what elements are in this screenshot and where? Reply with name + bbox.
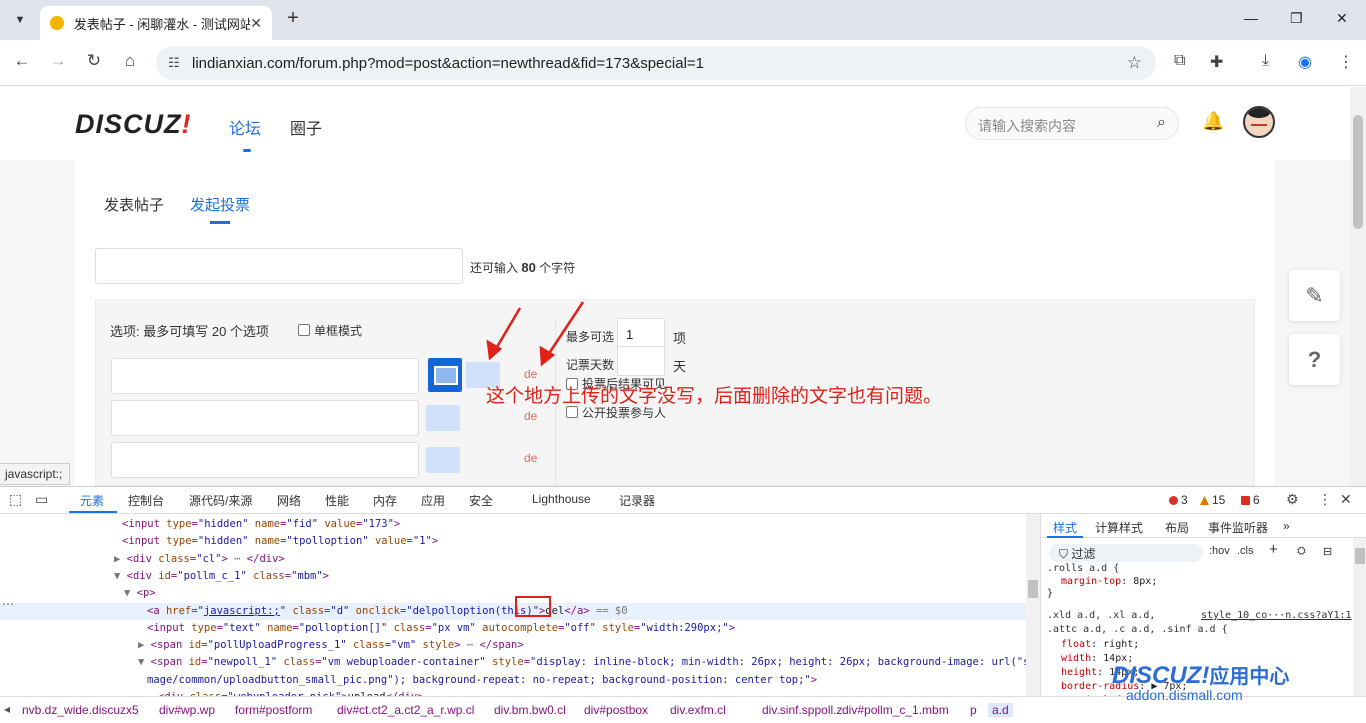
- dom-node-line[interactable]: <div class="webuploader-pick">upload</di…: [0, 689, 424, 696]
- styles-pane-tabs: 样式 计算样式 布局 事件监听器 »: [1041, 514, 1366, 538]
- devtools-tab-console[interactable]: 控制台: [128, 492, 164, 509]
- dom-breadcrumb-item[interactable]: div.exfm.cl: [670, 703, 726, 717]
- elements-scrollbar[interactable]: [1026, 514, 1040, 696]
- style-declaration[interactable]: .xld a.d, .xl a.d,: [1047, 610, 1155, 621]
- devtools-tab-network[interactable]: 网络: [277, 492, 301, 509]
- dom-breadcrumb-item[interactable]: div.bm.bw0.cl: [494, 703, 566, 717]
- dom-node-line[interactable]: <a href="javascript:;" class="d" onclick…: [0, 602, 1026, 620]
- cls-toggle[interactable]: .cls: [1237, 545, 1254, 557]
- page-scrollbar-thumb[interactable]: [1353, 115, 1363, 229]
- error-count-badge[interactable]: 3: [1169, 493, 1188, 507]
- toggle-sidebar-icon[interactable]: ⊟: [1323, 545, 1332, 558]
- layout-tab[interactable]: 布局: [1165, 519, 1189, 536]
- new-rule-icon[interactable]: +: [1269, 541, 1278, 558]
- dom-node-line[interactable]: ▼ <div id="pollm_c_1" class="mbm">: [0, 568, 329, 585]
- style-declaration[interactable]: .rolls a.d {: [1047, 563, 1119, 574]
- devtools-more-icon[interactable]: ⋮: [1318, 491, 1332, 508]
- help-button[interactable]: ?: [1289, 334, 1340, 385]
- inspect-element-icon[interactable]: ⬚: [9, 491, 22, 508]
- devtools-tab-application[interactable]: 应用: [421, 492, 445, 509]
- dom-breadcrumb-item[interactable]: nvb.dz_wide.discuzx5: [22, 703, 139, 717]
- styles-scrollbar[interactable]: [1353, 538, 1366, 696]
- devtools-tab-recorder[interactable]: 记录器: [619, 492, 655, 509]
- styles-scrollbar-thumb[interactable]: [1355, 548, 1365, 564]
- dom-node-line[interactable]: <input type="text" name="polloption[]" c…: [0, 620, 735, 637]
- warning-count-badge[interactable]: 15: [1200, 493, 1225, 507]
- devtools-tab-performance[interactable]: 性能: [325, 492, 349, 509]
- device-toolbar-icon[interactable]: ▭: [35, 491, 48, 508]
- dom-node-line[interactable]: <input type="hidden" name="tpolloption" …: [0, 533, 438, 550]
- hov-toggle[interactable]: :hov: [1209, 545, 1230, 557]
- dom-node-line[interactable]: mage/common/uploadbutton_small_pic.png")…: [0, 672, 817, 689]
- dom-breadcrumb-item[interactable]: div#ct.ct2_a.ct2_a_r.wp.cl: [337, 703, 474, 717]
- devtools-active-tab-indicator: [69, 511, 117, 513]
- dom-node-line[interactable]: ▼ <p>: [0, 585, 156, 602]
- style-declaration[interactable]: margin-top: 8px;: [1061, 576, 1157, 587]
- dom-breadcrumb-item[interactable]: div#postbox: [584, 703, 648, 717]
- arrow-to-delete: [544, 301, 585, 359]
- dom-breadcrumb-item[interactable]: div#wp.wp: [159, 703, 215, 717]
- event-listeners-tab[interactable]: 事件监听器: [1208, 519, 1268, 536]
- issues-count-badge[interactable]: 6: [1241, 493, 1260, 507]
- style-declaration[interactable]: }: [1047, 588, 1053, 599]
- devtools-tab-elements[interactable]: 元素: [80, 492, 104, 509]
- style-source-link[interactable]: style_10_co···n.css?aY1:1: [1201, 610, 1352, 621]
- status-bar-url: javascript:;: [0, 463, 70, 485]
- more-tabs-icon[interactable]: »: [1283, 519, 1290, 533]
- styles-tab[interactable]: 样式: [1053, 519, 1077, 536]
- dom-breadcrumb-item[interactable]: p: [970, 703, 977, 717]
- dom-breadcrumb-item[interactable]: a.d: [988, 703, 1013, 717]
- devtools-tab-lighthouse[interactable]: Lighthouse: [532, 492, 591, 506]
- toggle-color-icon[interactable]: ⛭: [1297, 545, 1306, 558]
- computed-tab[interactable]: 计算样式: [1095, 519, 1143, 536]
- devtools-tab-sources[interactable]: 源代码/来源: [189, 492, 252, 509]
- dom-breadcrumb-item[interactable]: div#pollm_c_1.mbm: [842, 703, 949, 717]
- dom-node-line[interactable]: <input type="hidden" name="fid" value="1…: [0, 516, 400, 533]
- pencil-icon: ✎: [1305, 282, 1324, 308]
- devtools-tab-memory[interactable]: 内存: [373, 492, 397, 509]
- watermark-domain: addon.dismall.com: [1126, 687, 1243, 703]
- highlight-box: [515, 596, 551, 617]
- elements-scrollbar-thumb[interactable]: [1028, 580, 1038, 598]
- devtools-settings-icon[interactable]: ⚙: [1286, 491, 1299, 508]
- dom-node-line[interactable]: ▼ <span id="newpoll_1" class="vm webuplo…: [0, 654, 1040, 671]
- styles-tab-indicator: [1047, 536, 1083, 538]
- dom-node-line[interactable]: ▶ <span id="pollUploadProgress_1" class=…: [0, 637, 524, 654]
- style-declaration[interactable]: .attc a.d, .c a.d, .sinf a.d {: [1047, 624, 1228, 635]
- crumb-left-arrow-icon[interactable]: ◂: [4, 702, 10, 716]
- watermark: DISCUZ!应用中心 addon.dismall.com: [1112, 660, 1290, 703]
- devtools-tab-security[interactable]: 安全: [469, 492, 493, 509]
- dom-node-line[interactable]: ▶ <div class="cl"> ⋯ </div>: [0, 551, 285, 568]
- style-declaration[interactable]: float: right;: [1061, 639, 1139, 650]
- dom-breadcrumb-item[interactable]: form#postform: [235, 703, 312, 717]
- edit-pencil-button[interactable]: ✎: [1289, 270, 1340, 321]
- arrow-to-upload: [492, 307, 522, 353]
- devtools-close-icon[interactable]: ✕: [1340, 491, 1352, 508]
- row-actions-icon[interactable]: ⋯: [2, 597, 14, 611]
- devtools-toolbar: ⬚ ▭ 元素 控制台 源代码/来源 网络 性能 内存 应用 安全 Lightho…: [0, 487, 1366, 514]
- help-icon: ?: [1307, 346, 1322, 372]
- styles-filter-input[interactable]: ⛉ 过滤: [1049, 544, 1203, 562]
- dom-breadcrumb-item[interactable]: div.sinf.sppoll.z: [762, 703, 842, 717]
- watermark-brand: DISCUZ!应用中心: [1112, 662, 1290, 689]
